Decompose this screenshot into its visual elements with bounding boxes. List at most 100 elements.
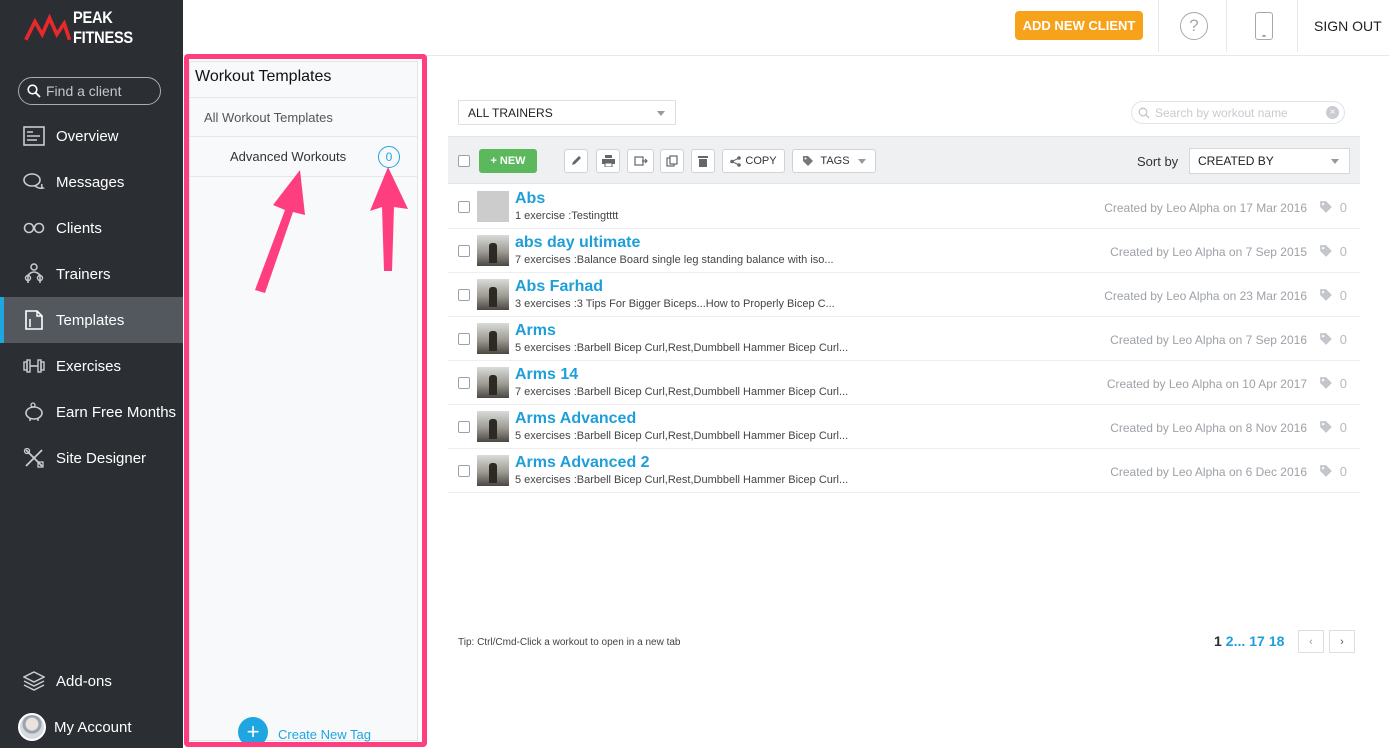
workout-row[interactable]: Abs Farhad 3 exercises :3 Tips For Bigger…	[448, 273, 1360, 317]
delete-button[interactable]	[691, 149, 715, 173]
workout-row[interactable]: Arms 5 exercises :Barbell Bicep Curl,Rest…	[448, 317, 1360, 361]
workout-row[interactable]: Arms Advanced 5 exercises :Barbell Bicep …	[448, 405, 1360, 449]
row-checkbox[interactable]	[458, 201, 470, 213]
workout-description: 5 exercises :Barbell Bicep Curl,Rest,Dum…	[515, 474, 849, 486]
workout-search[interactable]: ×	[1131, 101, 1345, 124]
workout-name-link[interactable]: abs day ultimate	[515, 234, 640, 252]
edit-button[interactable]	[564, 149, 588, 173]
tag-icon[interactable]	[1319, 464, 1333, 483]
trash-icon	[698, 156, 708, 167]
row-checkbox[interactable]	[458, 245, 470, 257]
print-button[interactable]	[596, 149, 620, 173]
brand-logo[interactable]: PEAK FITNESS	[24, 8, 183, 47]
row-checkbox[interactable]	[458, 333, 470, 345]
sidebar: PEAK FITNESS Overview Messages Clients T…	[0, 0, 183, 748]
workout-row[interactable]: Abs 1 exercise :Testingtttt Created by Leo…	[448, 185, 1360, 229]
tag-count: 0	[1339, 464, 1347, 479]
create-new-tag-button[interactable]: + Create New Tag	[238, 717, 371, 747]
sidebar-item-label: Earn Free Months	[56, 403, 177, 421]
sidebar-item-exercises[interactable]: Exercises	[0, 343, 183, 389]
workout-created-by: Created by Leo Alpha on 7 Sep 2015	[1110, 245, 1307, 259]
page-1[interactable]: 1	[1214, 633, 1222, 649]
sidebar-item-messages[interactable]: Messages	[0, 159, 183, 205]
workout-row[interactable]: abs day ultimate 7 exercises :Balance Boa…	[448, 229, 1360, 273]
workout-description: 7 exercises :Balance Board single leg st…	[515, 254, 834, 266]
sort-by-label: Sort by	[1137, 154, 1179, 169]
workout-created-by: Created by Leo Alpha on 23 Mar 2016	[1104, 289, 1307, 303]
workout-name-link[interactable]: Abs	[515, 190, 545, 208]
sidebar-item-label: Clients	[56, 219, 102, 237]
workout-search-input[interactable]	[1155, 105, 1325, 120]
workout-name-link[interactable]: Arms 14	[515, 366, 578, 384]
workout-row[interactable]: Arms 14 7 exercises :Barbell Bicep Curl,R…	[448, 361, 1360, 405]
dumbbell-icon	[22, 354, 46, 378]
tag-count: 0	[1339, 332, 1347, 347]
new-workout-button[interactable]: + NEW	[479, 149, 537, 173]
sidebar-item-trainers[interactable]: Trainers	[0, 251, 183, 297]
sidebar-item-my-account[interactable]: My Account	[0, 704, 183, 748]
tag-count: 0	[1339, 288, 1347, 303]
trainer-filter-select[interactable]: ALL TRAINERS	[458, 100, 676, 125]
tag-icon[interactable]	[1319, 288, 1333, 307]
workout-name-link[interactable]: Arms Advanced	[515, 410, 636, 428]
row-checkbox[interactable]	[458, 465, 470, 477]
select-all-checkbox[interactable]	[458, 155, 470, 167]
tag-icon[interactable]	[1319, 376, 1333, 395]
workout-thumbnail	[477, 191, 509, 222]
tag-icon[interactable]	[1319, 200, 1333, 219]
tag-icon[interactable]	[1319, 332, 1333, 351]
find-client-search[interactable]	[18, 77, 161, 105]
trainer-filter-value: ALL TRAINERS	[468, 105, 553, 120]
clear-search-icon[interactable]: ×	[1326, 106, 1339, 119]
tools-icon	[22, 446, 46, 470]
workout-thumbnail	[477, 235, 509, 266]
row-checkbox[interactable]	[458, 421, 470, 433]
new-button-label: NEW	[499, 155, 526, 167]
workout-name-link[interactable]: Arms	[515, 322, 556, 340]
sidebar-item-label: Messages	[56, 173, 125, 191]
tag-count: 0	[1339, 244, 1347, 259]
sidebar-item-earn-free-months[interactable]: Earn Free Months	[0, 389, 183, 435]
find-client-input[interactable]	[46, 83, 156, 99]
tag-item-advanced-workouts[interactable]: Advanced Workouts	[230, 149, 346, 164]
plus-icon: +	[490, 155, 497, 167]
sign-out-link[interactable]: SIGN OUT	[1314, 18, 1382, 34]
layers-icon	[22, 669, 46, 693]
workout-name-link[interactable]: Arms Advanced 2	[515, 454, 650, 472]
assign-button[interactable]	[627, 149, 654, 173]
copy-button-label: COPY	[745, 155, 777, 167]
mobile-phone-icon[interactable]	[1255, 12, 1273, 40]
workout-created-by: Created by Leo Alpha on 10 Apr 2017	[1106, 377, 1307, 391]
tag-icon[interactable]	[1319, 244, 1333, 263]
workout-row[interactable]: Arms Advanced 2 5 exercises :Barbell Bice…	[448, 449, 1360, 493]
sidebar-item-overview[interactable]: Overview	[0, 113, 183, 159]
help-icon[interactable]: ?	[1180, 12, 1208, 40]
sidebar-item-templates[interactable]: Templates	[0, 297, 183, 343]
prev-page-button[interactable]: ‹	[1298, 630, 1324, 653]
divider	[190, 97, 417, 98]
sidebar-item-clients[interactable]: Clients	[0, 205, 183, 251]
messages-icon	[22, 170, 46, 194]
workout-thumbnail	[477, 367, 509, 398]
sidebar-item-site-designer[interactable]: Site Designer	[0, 435, 183, 481]
tags-dropdown[interactable]: TAGS	[792, 149, 876, 173]
row-checkbox[interactable]	[458, 377, 470, 389]
sidebar-item-label: Exercises	[56, 357, 122, 375]
sort-by-select[interactable]: CREATED BY	[1189, 148, 1350, 174]
tag-icon[interactable]	[1319, 420, 1333, 439]
sidebar-item-add-ons[interactable]: Add-ons	[0, 658, 183, 704]
tag-count: 0	[1339, 200, 1347, 215]
workout-thumbnail	[477, 455, 509, 486]
next-page-button[interactable]: ›	[1329, 630, 1355, 653]
page-17[interactable]: 17	[1249, 633, 1265, 649]
workout-name-link[interactable]: Abs Farhad	[515, 278, 603, 296]
row-checkbox[interactable]	[458, 289, 470, 301]
page-2[interactable]: 2	[1226, 633, 1234, 649]
add-new-client-button[interactable]: ADD NEW CLIENT	[1015, 11, 1143, 40]
trainers-icon	[22, 262, 46, 286]
chevron-down-icon	[657, 111, 665, 116]
duplicate-button[interactable]	[660, 149, 684, 173]
all-workout-templates-link[interactable]: All Workout Templates	[204, 110, 333, 125]
copy-button[interactable]: COPY	[722, 149, 785, 173]
page-18[interactable]: 18	[1269, 633, 1285, 649]
